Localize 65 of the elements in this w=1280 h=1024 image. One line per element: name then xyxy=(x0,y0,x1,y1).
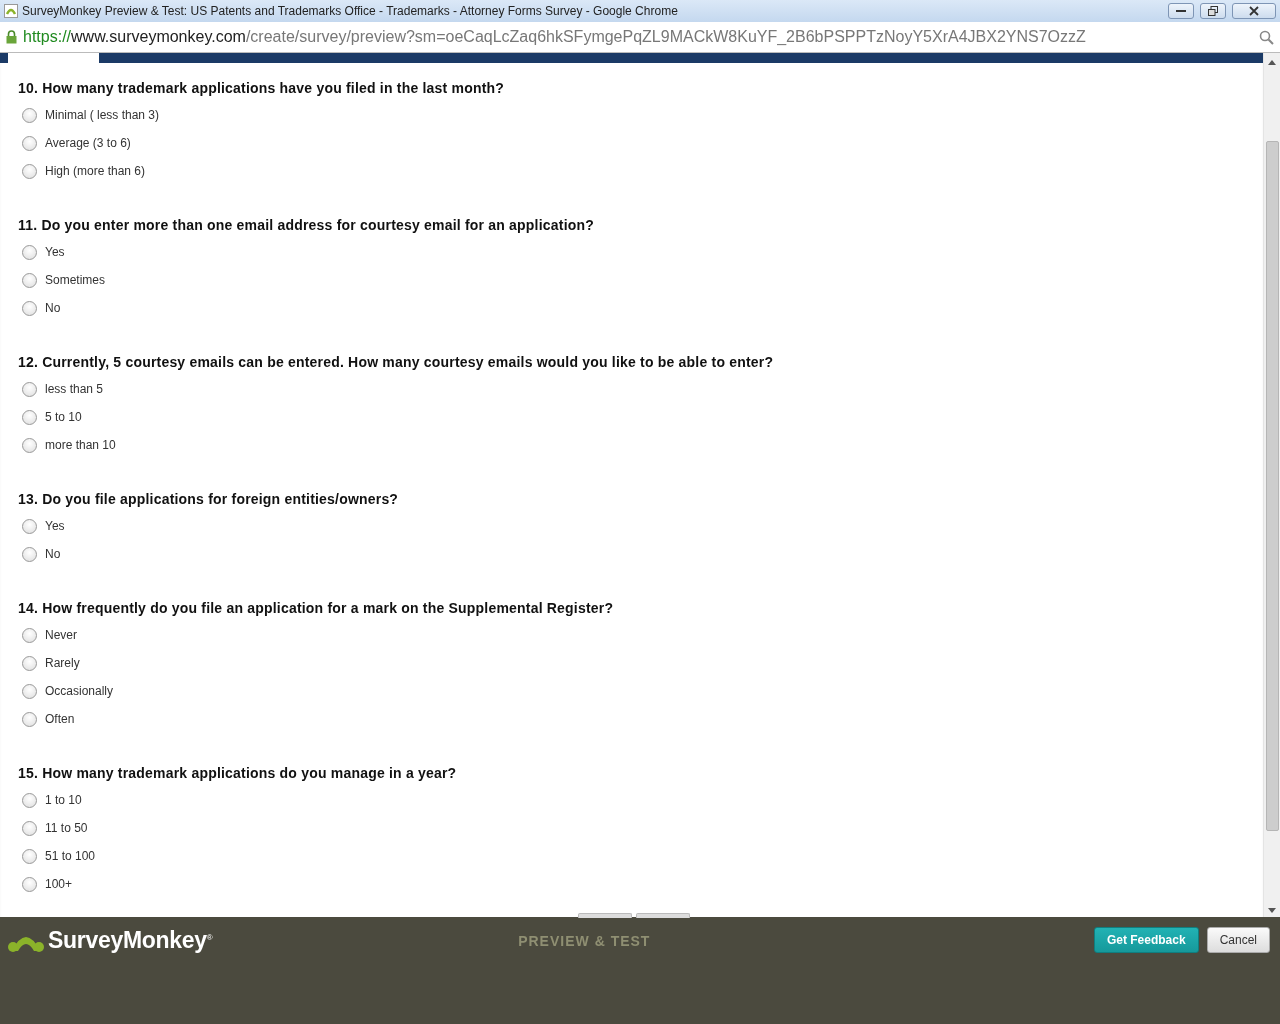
url-text[interactable]: https://www.surveymonkey.com/create/survey/preview?sm=oeCaqLcZaq6hkSFymgePqZL9MACkW8KuYF_2B6bPSPPTzNoyY5XrA4JBX2YNS7OzzZ xyxy=(23,28,1253,46)
scroll-up-icon[interactable] xyxy=(1268,60,1276,65)
restore-button[interactable] xyxy=(1200,3,1226,19)
scrollbar-thumb[interactable] xyxy=(1265,141,1279,831)
option-label[interactable]: 1 to 10 xyxy=(45,793,82,807)
minimize-button[interactable] xyxy=(1168,3,1194,19)
option-label[interactable]: 100+ xyxy=(45,877,73,891)
radio-button[interactable] xyxy=(22,820,37,836)
radio-button[interactable] xyxy=(22,409,37,425)
radio-button[interactable] xyxy=(22,163,37,179)
app-icon xyxy=(4,4,18,18)
close-icon xyxy=(1249,6,1259,16)
question-title: 12. Currently, 5 courtesy emails can be entered. How many courtesy emails would you like to be able to enter? xyxy=(18,353,775,371)
radio-button[interactable] xyxy=(22,381,37,397)
radio-button[interactable] xyxy=(22,683,37,699)
question-title: 13. Do you file applications for foreign entities/owners? xyxy=(18,490,400,508)
radio-button[interactable] xyxy=(22,437,37,453)
option-label[interactable]: Minimal ( less than 3) xyxy=(45,108,160,122)
tab-handle[interactable] xyxy=(578,913,632,918)
option-label[interactable]: Often xyxy=(45,712,75,726)
minimize-icon xyxy=(1176,9,1186,13)
scroll-down-icon[interactable] xyxy=(1268,908,1276,913)
question-title: 10. How many trademark applications have you filed in the last month? xyxy=(18,79,506,97)
radio-button[interactable] xyxy=(22,792,37,808)
question-title: 15. How many trademark applications do you manage in a year? xyxy=(18,764,458,782)
close-button[interactable] xyxy=(1232,3,1276,19)
brand-name: SurveyMonkey xyxy=(48,927,207,954)
radio-button[interactable] xyxy=(22,135,37,151)
radio-button[interactable] xyxy=(22,876,37,892)
radio-button[interactable] xyxy=(22,518,37,534)
question-title: 11. Do you enter more than one email address for courtesy email for an application? xyxy=(18,216,595,234)
radio-button[interactable] xyxy=(22,272,37,288)
tab-handle[interactable] xyxy=(636,913,690,918)
radio-button[interactable] xyxy=(22,300,37,316)
option-label[interactable]: No xyxy=(45,301,61,315)
search-icon[interactable] xyxy=(1259,29,1274,45)
registered-mark: ® xyxy=(206,933,213,942)
mode-label: PREVIEW & TEST xyxy=(517,933,652,949)
option-label[interactable]: 11 to 50 xyxy=(45,821,88,835)
cancel-button[interactable]: Cancel xyxy=(1206,927,1270,953)
radio-button[interactable] xyxy=(22,627,37,643)
option-label[interactable]: more than 10 xyxy=(45,438,116,452)
radio-button[interactable] xyxy=(22,711,37,727)
radio-button[interactable] xyxy=(22,655,37,671)
radio-button[interactable] xyxy=(22,848,37,864)
question-title: 14. How frequently do you file an application for a mark on the Supplemental Register? xyxy=(18,599,615,617)
option-label[interactable]: Occasionally xyxy=(45,684,114,698)
option-label[interactable]: Yes xyxy=(45,245,65,259)
lock-icon xyxy=(6,30,17,44)
radio-button[interactable] xyxy=(22,244,37,260)
restore-icon xyxy=(1208,6,1218,16)
radio-button[interactable] xyxy=(22,107,37,123)
window-title: SurveyMonkey Preview & Test: US Patents and Trademarks Office - Trademarks - Attorney Forms Survey - Google Chrome xyxy=(22,4,679,18)
option-label[interactable]: Rarely xyxy=(45,656,80,670)
option-label[interactable]: No xyxy=(45,547,61,561)
option-label[interactable]: Sometimes xyxy=(45,273,106,287)
radio-button[interactable] xyxy=(22,546,37,562)
option-label[interactable]: 5 to 10 xyxy=(45,410,82,424)
option-label[interactable]: Average (3 to 6) xyxy=(45,136,131,150)
option-label[interactable]: Yes xyxy=(45,519,65,533)
option-label[interactable]: less than 5 xyxy=(45,382,104,396)
option-label[interactable]: High (more than 6) xyxy=(45,164,146,178)
option-label[interactable]: Never xyxy=(45,628,77,642)
option-label[interactable]: 51 to 100 xyxy=(45,849,96,863)
scrollbar[interactable] xyxy=(1263,53,1280,917)
